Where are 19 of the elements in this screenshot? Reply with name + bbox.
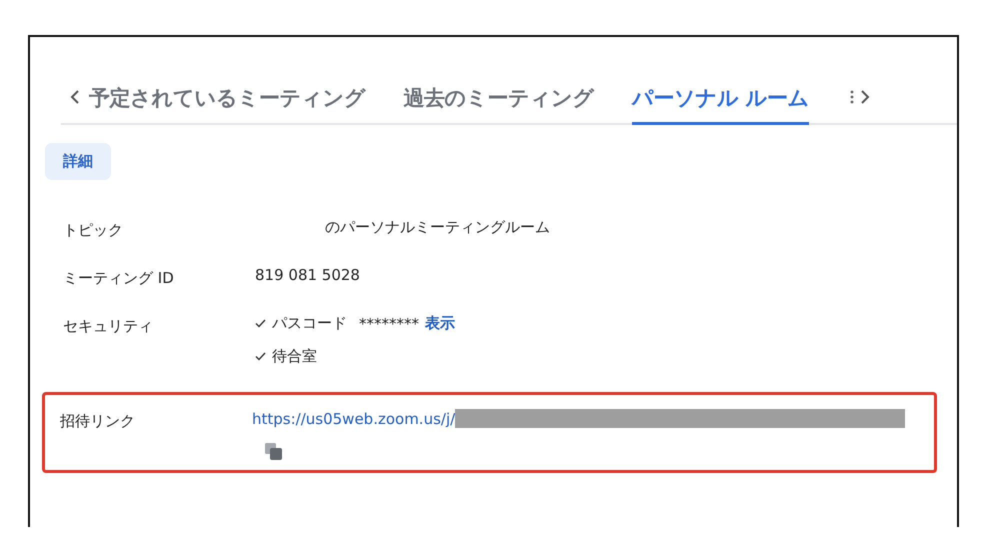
show-link[interactable]: 表示 bbox=[425, 314, 455, 333]
chevron-left-icon[interactable] bbox=[69, 89, 81, 105]
field-label: 招待リンク bbox=[60, 411, 136, 432]
masked-passcode: ******** bbox=[359, 314, 419, 332]
tab[interactable]: 予定されているミーティング bbox=[89, 84, 366, 125]
details-button[interactable]: 詳細 bbox=[45, 143, 111, 180]
field-label: ミーティング ID bbox=[63, 268, 175, 288]
field-label: セキュリティ bbox=[63, 316, 154, 337]
option-label: 待合室 bbox=[272, 347, 317, 366]
chevron-right-icon[interactable] bbox=[858, 89, 871, 105]
copy-icon[interactable] bbox=[264, 442, 284, 462]
option-label: パスコード bbox=[272, 314, 347, 333]
field-value: 819 081 5028 bbox=[255, 266, 360, 284]
tab[interactable]: 過去のミーティング bbox=[404, 84, 594, 125]
invite-link[interactable]: https://us05web.zoom.us/j/ bbox=[252, 410, 456, 428]
field-value: のパーソナルミーティングルーム bbox=[325, 218, 550, 237]
field-label: トピック bbox=[63, 220, 124, 240]
tab[interactable]: パーソナル ルーム bbox=[632, 84, 809, 125]
more-icon[interactable] bbox=[848, 89, 855, 105]
